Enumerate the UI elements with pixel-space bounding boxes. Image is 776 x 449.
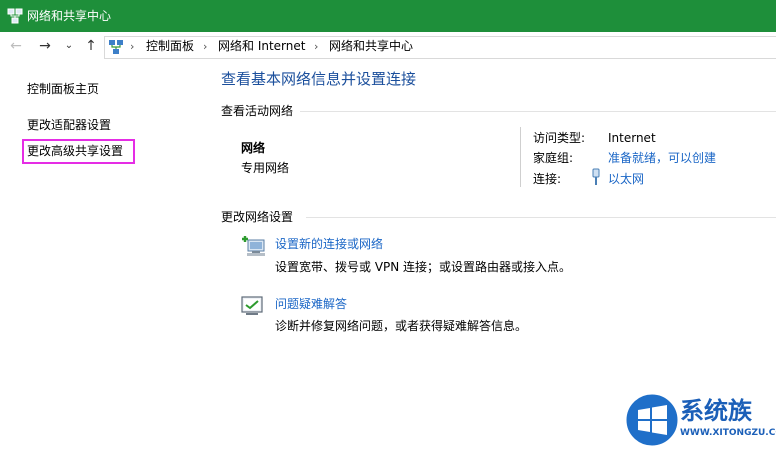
details-divider xyxy=(520,127,521,187)
section-divider xyxy=(306,217,776,218)
highlight-box xyxy=(22,139,135,164)
change-settings-heading: 更改网络设置 xyxy=(221,210,294,224)
page-title: 查看基本网络信息并设置连接 xyxy=(221,70,417,88)
section-divider xyxy=(300,111,776,112)
breadcrumb-network-sharing-center[interactable]: 网络和共享中心 xyxy=(329,38,413,55)
network-type: 专用网络 xyxy=(241,161,290,175)
access-type-value: Internet xyxy=(608,131,656,145)
breadcrumb-control-panel[interactable]: 控制面板 xyxy=(146,38,194,55)
homegroup-label: 家庭组: xyxy=(533,151,574,165)
control-panel-icon xyxy=(109,40,123,54)
sidebar-item-change-adapter-settings[interactable]: 更改适配器设置 xyxy=(27,117,111,133)
windows-logo-icon xyxy=(623,391,680,449)
troubleshoot-description: 诊断并修复网络问题，或者获得疑难解答信息。 xyxy=(275,319,528,333)
forward-button[interactable]: → xyxy=(34,32,56,60)
watermark-logo: 系统族 WWW.XITONGZU.COM xyxy=(620,388,776,449)
connection-label: 连接: xyxy=(533,172,562,186)
recent-locations-button[interactable]: ⌄ xyxy=(60,32,78,60)
breadcrumb-separator[interactable]: › xyxy=(203,38,207,55)
active-networks-heading: 查看活动网络 xyxy=(221,104,294,118)
setup-connection-description: 设置宽带、拨号或 VPN 连接；或设置路由器或接入点。 xyxy=(275,260,572,274)
up-button[interactable]: ↑ xyxy=(81,32,101,60)
window-title: 网络和共享中心 xyxy=(27,9,112,23)
ethernet-icon xyxy=(592,168,600,185)
back-button[interactable]: ← xyxy=(5,32,27,60)
troubleshoot-icon xyxy=(241,296,263,315)
network-center-icon xyxy=(7,8,23,24)
ethernet-link[interactable]: 以太网 xyxy=(608,171,644,187)
network-name: 网络 xyxy=(241,141,266,155)
new-connection-icon xyxy=(242,236,265,256)
title-bar xyxy=(0,0,776,32)
breadcrumb-separator[interactable]: › xyxy=(314,38,318,55)
watermark-url: WWW.XITONGZU.COM xyxy=(680,428,776,438)
homegroup-link[interactable]: 准备就绪，可以创建 xyxy=(608,150,716,166)
watermark-brand: 系统族 xyxy=(680,397,752,425)
sidebar-item-control-panel-home[interactable]: 控制面板主页 xyxy=(27,81,99,97)
troubleshoot-link[interactable]: 问题疑难解答 xyxy=(275,296,347,312)
access-type-label: 访问类型: xyxy=(533,131,586,145)
setup-connection-link[interactable]: 设置新的连接或网络 xyxy=(275,236,383,252)
breadcrumb-separator: › xyxy=(130,40,135,53)
breadcrumb-network-internet[interactable]: 网络和 Internet xyxy=(218,38,305,55)
